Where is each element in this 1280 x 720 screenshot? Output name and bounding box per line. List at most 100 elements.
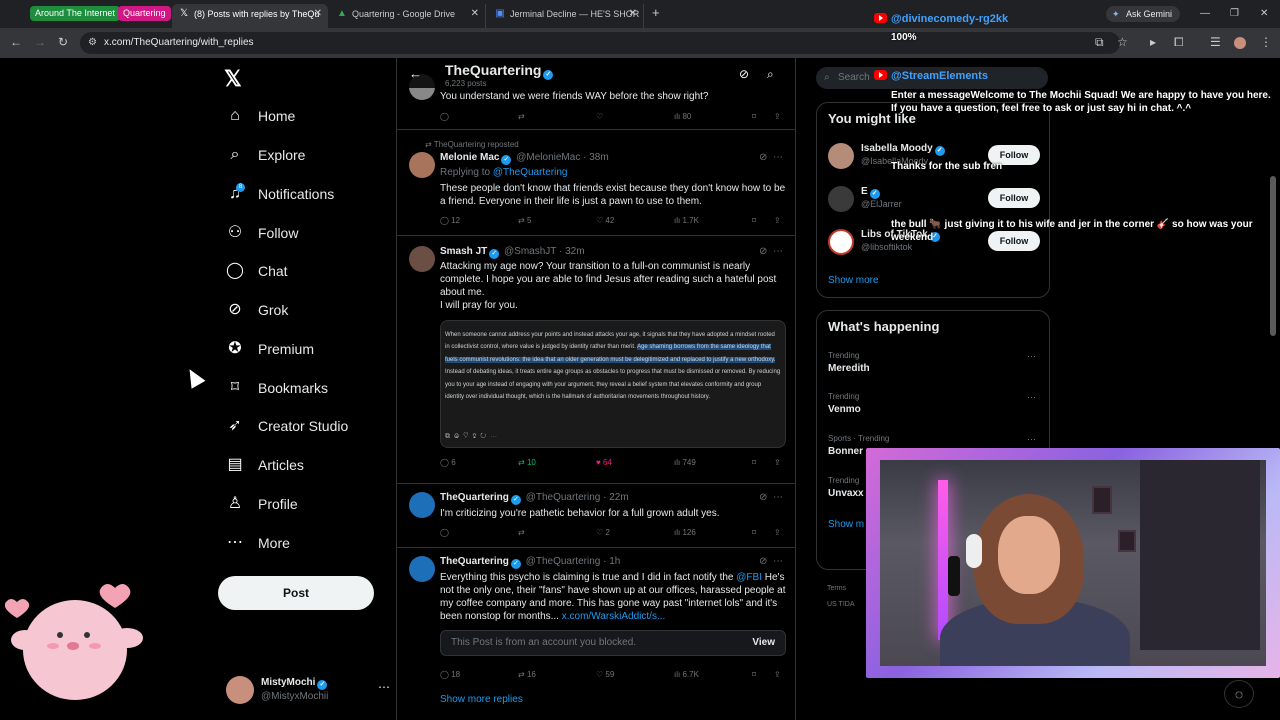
like-button[interactable]: ♡ 59 [596, 670, 614, 679]
forward-arrow-icon[interactable]: → [34, 35, 46, 49]
minimize-icon[interactable]: — [1200, 8, 1210, 19]
repost-button[interactable]: ⇄ [518, 528, 525, 537]
install-app-icon[interactable]: ⧉ [1095, 35, 1104, 50]
timeline-post[interactable]: You understand we were friends WAY befor… [397, 74, 795, 130]
grok-icon[interactable]: ⊘ [759, 492, 767, 503]
timeline-post[interactable]: Smash JT ✓ @SmashJT · 32m ⊘ ⋯ Attacking m… [397, 236, 795, 484]
more-icon[interactable]: ⋯ [773, 556, 783, 567]
post-image[interactable]: When someone cannot address your points … [440, 320, 786, 448]
post-menu[interactable]: ⊘ ⋯ [759, 246, 783, 257]
reply-icon[interactable]: ◯ [440, 112, 449, 121]
like-icon[interactable]: ♡ [596, 112, 603, 121]
author-handle[interactable]: @SmashJT [504, 246, 556, 257]
bookmark-icon[interactable]: ⌑ [752, 670, 756, 679]
close-icon[interactable]: ✕ [314, 4, 322, 24]
footer-terms-link[interactable]: Terms [827, 585, 846, 592]
follow-button[interactable]: Follow [988, 188, 1040, 208]
share-icon[interactable]: ⇪ [774, 458, 781, 467]
repost-button[interactable]: ⇄ 10 [518, 458, 536, 467]
grok-icon[interactable]: ⊘ [759, 556, 767, 567]
reply-button[interactable]: ◯ 12 [440, 216, 460, 225]
bookmark-star-icon[interactable]: ☆ [1117, 35, 1128, 49]
nav-creator-studio[interactable]: ➶ Creator Studio [226, 414, 348, 438]
repost-button[interactable]: ⇄ 16 [518, 670, 536, 679]
nav-premium[interactable]: ✪ Premium [226, 337, 314, 361]
x-logo-icon[interactable]: 𝕏 [224, 66, 242, 92]
bookmark-icon[interactable]: ⌑ [752, 216, 756, 225]
reply-button[interactable]: ◯ [440, 528, 449, 537]
suggestion-item[interactable]: E ✓ @ElJarrer Follow [828, 184, 1040, 214]
tab-x-posts[interactable]: 𝕏 (8) Posts with replies by TheQu ✕ [172, 4, 328, 28]
close-window-icon[interactable]: ✕ [1260, 8, 1268, 19]
tab-group-around-the-internet[interactable]: Around The Internet [30, 6, 120, 21]
author-handle[interactable]: @TheQuartering [526, 492, 601, 503]
maximize-icon[interactable]: ❐ [1230, 8, 1239, 19]
reading-list-icon[interactable]: ☰ [1210, 35, 1221, 49]
share-icon[interactable]: ⇪ [774, 670, 781, 679]
more-icon[interactable]: ⋯ [773, 492, 783, 503]
trend-item[interactable]: Trending Meredith ⋯ [828, 351, 1040, 381]
replying-to-link[interactable]: @TheQuartering [493, 167, 568, 178]
bookmark-icon[interactable]: ⌑ [752, 458, 756, 467]
nav-chat[interactable]: ◯ Chat [226, 259, 288, 283]
reload-icon[interactable]: ↻ [58, 35, 68, 49]
author-name[interactable]: TheQuartering [440, 556, 509, 567]
views-button[interactable]: ılı 1.7K [674, 216, 699, 225]
nav-profile[interactable]: ♙ Profile [226, 492, 298, 516]
nav-home[interactable]: ⌂ Home [226, 104, 295, 128]
author-handle[interactable]: @TheQuartering [526, 556, 601, 567]
back-arrow-icon[interactable]: ← [409, 66, 422, 81]
reply-button[interactable]: ◯ 6 [440, 458, 456, 467]
nav-follow[interactable]: ⚇ Follow [226, 221, 299, 245]
external-link[interactable]: x.com/WarskiAddict/s... [562, 611, 666, 622]
like-button[interactable]: ♥ 64 [596, 458, 612, 467]
post-menu[interactable]: ⊘ ⋯ [759, 556, 783, 567]
view-blocked-button[interactable]: View [752, 631, 775, 655]
profile-avatar-icon[interactable] [1234, 37, 1246, 49]
mention-link[interactable]: @FBI [736, 572, 762, 583]
bookmark-icon[interactable]: ⌑ [752, 528, 756, 537]
extensions-icon[interactable]: ⧠ [1174, 35, 1184, 50]
author-name[interactable]: TheQuartering [440, 492, 509, 503]
tab-substack[interactable]: ▣ Jerminal Decline — HE'S SHOR ✕ [488, 4, 644, 28]
new-tab-icon[interactable]: + [652, 5, 660, 20]
tab-google-drive[interactable]: ▲ Quartering - Google Drive ✕ [330, 4, 486, 28]
grok-icon[interactable]: ⊘ [759, 246, 767, 257]
like-button[interactable]: ♡ 42 [596, 216, 614, 225]
post-time[interactable]: · 38m [583, 152, 609, 163]
nav-bookmarks[interactable]: ⌑ Bookmarks [226, 376, 328, 400]
nav-grok[interactable]: ⊘ Grok [226, 298, 288, 322]
timeline-post[interactable]: ⇄ TheQuartering reposted Melonie Mac ✓ @M… [397, 130, 795, 236]
views-count[interactable]: ılı 80 [674, 112, 691, 121]
author-handle[interactable]: @MelonieMac [516, 152, 580, 163]
repost-icon[interactable]: ⇄ [518, 112, 525, 121]
post-button[interactable]: Post [218, 576, 374, 610]
account-switcher[interactable]: MistyMochi ✓ @MistyxMochii ⋯ [226, 674, 396, 708]
grok-icon[interactable]: ⊘ [739, 67, 749, 81]
more-icon[interactable]: ⋯ [773, 152, 783, 163]
post-time[interactable]: · 32m [559, 246, 585, 257]
media-icon[interactable]: ▸ [1150, 35, 1156, 49]
like-button[interactable]: ♡ 2 [596, 528, 610, 537]
show-more-link[interactable]: Show more [828, 275, 879, 286]
more-icon[interactable]: ⋯ [1027, 434, 1036, 445]
ask-gemini-button[interactable]: ✦ Ask Gemini [1106, 6, 1181, 22]
reply-button[interactable]: ◯ 18 [440, 670, 460, 679]
kebab-menu-icon[interactable]: ⋮ [1260, 35, 1272, 49]
nav-notifications[interactable]: ♫ 8 Notifications [226, 182, 334, 206]
timeline-post[interactable]: TheQuartering ✓ @TheQuartering · 22m ⊘ ⋯ … [397, 484, 795, 548]
more-icon[interactable]: ⋯ [1027, 351, 1036, 362]
messages-icon[interactable]: ◌ [1224, 680, 1254, 708]
show-more-replies-link[interactable]: Show more replies [440, 694, 523, 705]
repost-button[interactable]: ⇄ 5 [518, 216, 531, 225]
grok-icon[interactable]: ⊘ [759, 152, 767, 163]
post-menu[interactable]: ⊘ ⋯ [759, 152, 783, 163]
scrollbar-thumb[interactable] [1270, 176, 1276, 336]
close-icon[interactable]: ✕ [471, 4, 479, 24]
share-icon[interactable]: ⇪ [774, 216, 781, 225]
author-name[interactable]: Smash JT [440, 246, 487, 257]
more-icon[interactable]: ⋯ [773, 246, 783, 257]
views-button[interactable]: ılı 6.7K [674, 670, 699, 679]
search-icon[interactable]: ⌕ [767, 67, 774, 82]
show-more-link[interactable]: Show m [828, 519, 864, 530]
